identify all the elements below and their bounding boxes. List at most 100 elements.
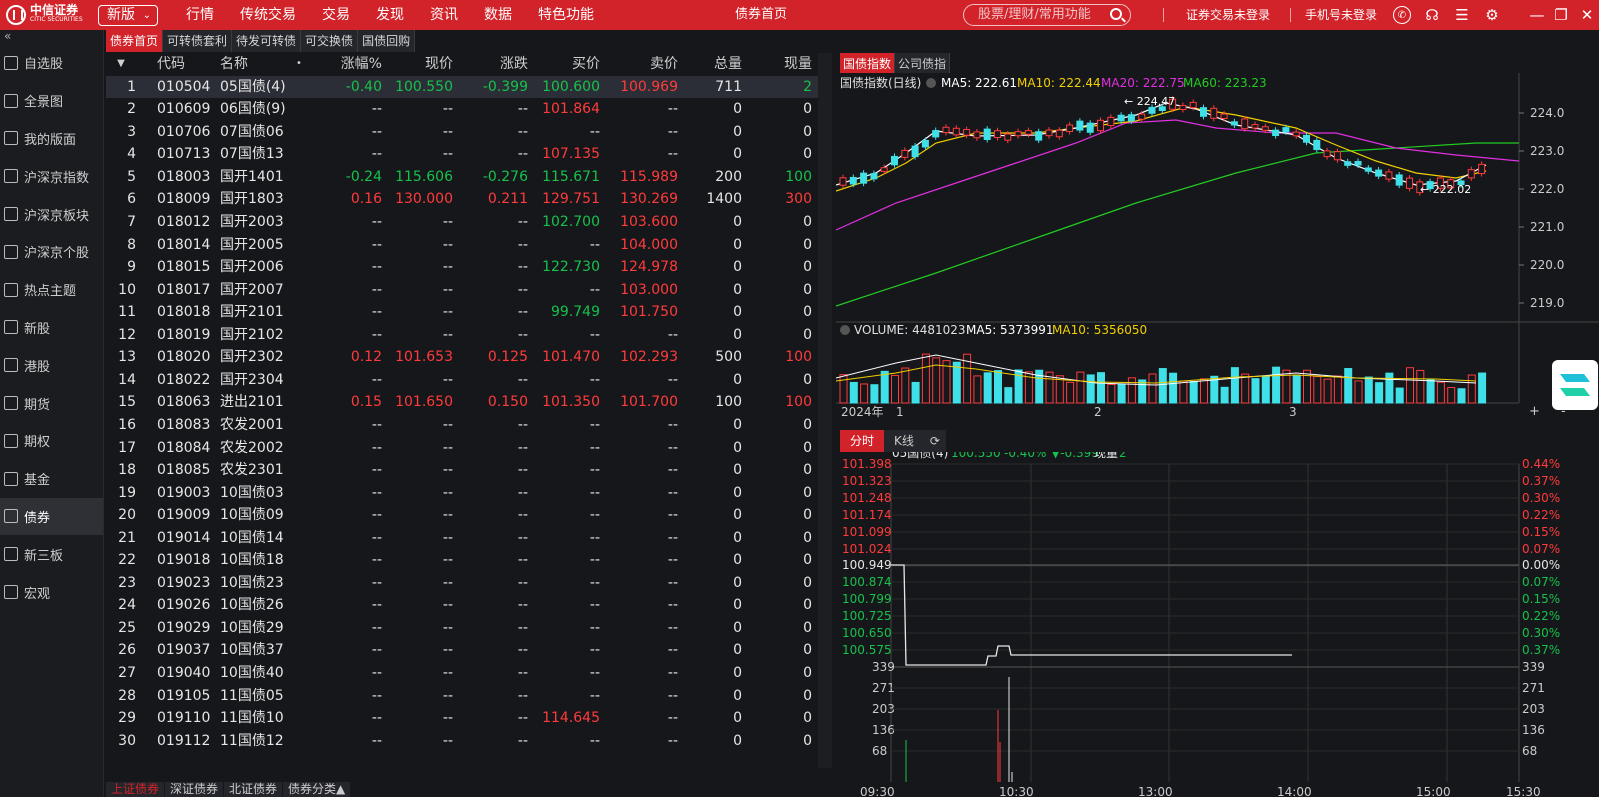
- table-row[interactable]: 1 010504 05国债(4) -0.40 100.550 -0.399 100.600 1…: [106, 75, 826, 99]
- top-menu-item[interactable]: 传统交易: [240, 0, 296, 30]
- sidebar-item[interactable]: 港股: [0, 346, 103, 384]
- sidebar-item[interactable]: 全景图: [0, 82, 103, 120]
- gear-icon[interactable]: ⚙: [1483, 6, 1501, 24]
- table-row[interactable]: 6 018009 国开1803 0.16 130.000 0.211 129.751 130.…: [106, 188, 826, 211]
- index-tab[interactable]: 国债指数: [840, 53, 896, 75]
- subtab-item[interactable]: 国债回购: [358, 30, 416, 52]
- sidebar-item[interactable]: 新股: [0, 309, 103, 347]
- table-row[interactable]: 9 018015 国开2006 -- -- -- 122.730 124.978 0 0: [106, 256, 826, 279]
- sidebar-item[interactable]: 沪深京板块: [0, 195, 103, 233]
- refresh-icon[interactable]: ⟳: [923, 430, 946, 452]
- collapse-icon[interactable]: [926, 78, 936, 88]
- time-tab[interactable]: K线: [884, 430, 924, 452]
- table-row[interactable]: 26 019037 10国债37 -- -- -- -- -- 0 0: [106, 639, 826, 662]
- table-row[interactable]: 12 018019 国开2102 -- -- -- -- -- 0 0: [106, 324, 826, 347]
- trade-login-link[interactable]: 证券交易未登录: [1186, 0, 1270, 30]
- sort-icon[interactable]: ▼: [106, 53, 136, 75]
- sidebar-item[interactable]: 热点主题: [0, 271, 103, 309]
- table-row[interactable]: 2 010609 06国债(9) -- -- -- 101.864 -- 0 0: [106, 98, 826, 121]
- table-row[interactable]: 11 018018 国开2101 -- -- -- 99.749 101.750 0 0: [106, 301, 826, 324]
- table-row[interactable]: 28 019105 11国债05 -- -- -- -- -- 0 0: [106, 685, 826, 708]
- list-icon[interactable]: ☰: [1453, 6, 1471, 24]
- floating-widget[interactable]: [1552, 360, 1598, 410]
- top-menu-item[interactable]: 资讯: [430, 0, 458, 30]
- table-row[interactable]: 19 019003 10国债03 -- -- -- -- -- 0 0: [106, 482, 826, 505]
- headset-icon[interactable]: ☊: [1423, 6, 1441, 24]
- market-tab[interactable]: 北证债券: [224, 782, 283, 797]
- table-row[interactable]: 16 018083 农发2001 -- -- -- -- -- 0 0: [106, 414, 826, 437]
- market-tab[interactable]: 上证债券: [106, 782, 165, 797]
- collapse-sidebar-icon[interactable]: «: [0, 30, 103, 44]
- table-row[interactable]: 13 018020 国开2302 0.12 101.653 0.125 101.470 102…: [106, 346, 826, 369]
- table-scrollbar[interactable]: [818, 53, 832, 768]
- top-menu-item[interactable]: 行情: [186, 0, 214, 30]
- time-tab[interactable]: 分时: [840, 430, 885, 452]
- table-row[interactable]: 8 018014 国开2005 -- -- -- -- 104.000 0 0: [106, 234, 826, 257]
- market-tab[interactable]: 债券分类▲: [283, 782, 351, 797]
- minimize-icon[interactable]: —: [1528, 6, 1546, 24]
- header-cur[interactable]: 现量: [784, 53, 812, 75]
- sidebar-item[interactable]: 基金: [0, 460, 103, 498]
- version-dropdown[interactable]: 新版 ⌄: [98, 5, 158, 26]
- sidebar-item[interactable]: 沪深京个股: [0, 233, 103, 271]
- top-menu-item[interactable]: 交易: [322, 0, 350, 30]
- top-menu-item[interactable]: 发现: [376, 0, 404, 30]
- table-row[interactable]: 29 019110 11国债10 -- -- -- 114.645 -- 0 0: [106, 707, 826, 730]
- header-name[interactable]: 名称: [220, 53, 248, 75]
- sidebar-item[interactable]: 沪深京指数: [0, 157, 103, 195]
- cell-vol: 0: [733, 574, 742, 591]
- low-label: ← 222.02: [1420, 183, 1471, 196]
- collapse-icon[interactable]: [840, 325, 850, 335]
- sidebar-item[interactable]: 我的版面: [0, 120, 103, 158]
- top-menu-item[interactable]: 数据: [484, 0, 512, 30]
- intraday-chart[interactable]: 05国债(4) 100.550 -0.40% ▼-0.399现量 2 101.398 101…: [836, 452, 1599, 797]
- table-row[interactable]: 5 018003 国开1401 -0.24 115.606 -0.276 115.671 11…: [106, 166, 826, 189]
- header-price[interactable]: 现价: [425, 53, 453, 75]
- top-menu: 行情 传统交易 交易 发现 资讯 数据 特色功能: [186, 0, 620, 30]
- sidebar-item[interactable]: 宏观: [0, 573, 103, 611]
- table-row[interactable]: 18 018085 农发2301 -- -- -- -- -- 0 0: [106, 459, 826, 482]
- table-row[interactable]: 27 019040 10国债40 -- -- -- -- -- 0 0: [106, 662, 826, 685]
- sidebar-item[interactable]: 债券: [0, 497, 103, 536]
- market-tab[interactable]: 深证债券: [165, 782, 224, 797]
- kline-chart[interactable]: 国债指数(日线) MA5: 222.61 MA10: 222.44 MA20: 222…: [836, 73, 1599, 418]
- table-row[interactable]: 4 010713 07国债13 -- -- -- 107.135 -- 0 0: [106, 143, 826, 166]
- hotline-icon[interactable]: ✆: [1393, 6, 1411, 24]
- search-input[interactable]: 股票/理财/常用功能: [963, 4, 1131, 26]
- sidebar-item[interactable]: 自选股: [0, 44, 103, 82]
- top-menu-item[interactable]: 特色功能: [538, 0, 594, 30]
- table-row[interactable]: 21 019014 10国债14 -- -- -- -- -- 0 0: [106, 527, 826, 550]
- index-tab[interactable]: 公司债指: [895, 53, 951, 75]
- header-pct[interactable]: 涨幅%: [341, 53, 382, 75]
- table-row[interactable]: 10 018017 国开2007 -- -- -- -- 103.000 0 0: [106, 279, 826, 302]
- table-row[interactable]: 30 019112 11国债12 -- -- -- -- -- 0 0: [106, 730, 826, 753]
- subtab-item[interactable]: 待发可转债: [232, 30, 302, 52]
- header-code[interactable]: 代码: [157, 53, 185, 75]
- restore-icon[interactable]: ❐: [1552, 6, 1570, 24]
- sidebar-item[interactable]: 期权: [0, 422, 103, 460]
- table-row[interactable]: 17 018084 农发2002 -- -- -- -- -- 0 0: [106, 437, 826, 460]
- table-row[interactable]: 7 018012 国开2003 -- -- -- 102.700 103.600 0 0: [106, 211, 826, 234]
- table-row[interactable]: 15 018063 进出2101 0.15 101.650 0.150 101.350 101…: [106, 391, 826, 414]
- table-row[interactable]: 25 019029 10国债29 -- -- -- -- -- 0 0: [106, 617, 826, 640]
- table-row[interactable]: 24 019026 10国债26 -- -- -- -- -- 0 0: [106, 594, 826, 617]
- subtab-item[interactable]: 可交换债: [301, 30, 359, 52]
- phone-login-link[interactable]: 手机号未登录: [1305, 0, 1377, 30]
- subtab-item[interactable]: 可转债套利: [163, 30, 233, 52]
- table-row[interactable]: 3 010706 07国债06 -- -- -- -- -- 0 0: [106, 121, 826, 144]
- table-row[interactable]: 23 019023 10国债23 -- -- -- -- -- 0 0: [106, 572, 826, 595]
- table-row[interactable]: 14 018022 国开2304 -- -- -- -- -- 0 0: [106, 369, 826, 392]
- header-vol[interactable]: 总量: [714, 53, 742, 75]
- subtab-item[interactable]: 债券首页: [106, 30, 164, 52]
- close-icon[interactable]: ✕: [1578, 6, 1596, 24]
- sidebar-item[interactable]: 新三板: [0, 535, 103, 573]
- header-ask[interactable]: 卖价: [650, 53, 678, 75]
- bond-icon: [4, 509, 18, 524]
- table-row[interactable]: 22 019018 10国债18 -- -- -- -- -- 0 0: [106, 549, 826, 572]
- header-chg[interactable]: 涨跌: [500, 53, 528, 75]
- search-icon[interactable]: [1110, 8, 1122, 20]
- zoom-in-icon[interactable]: +: [1529, 404, 1540, 418]
- table-row[interactable]: 20 019009 10国债09 -- -- -- -- -- 0 0: [106, 504, 826, 527]
- header-bid[interactable]: 买价: [572, 53, 600, 75]
- sidebar-item[interactable]: 期货: [0, 384, 103, 422]
